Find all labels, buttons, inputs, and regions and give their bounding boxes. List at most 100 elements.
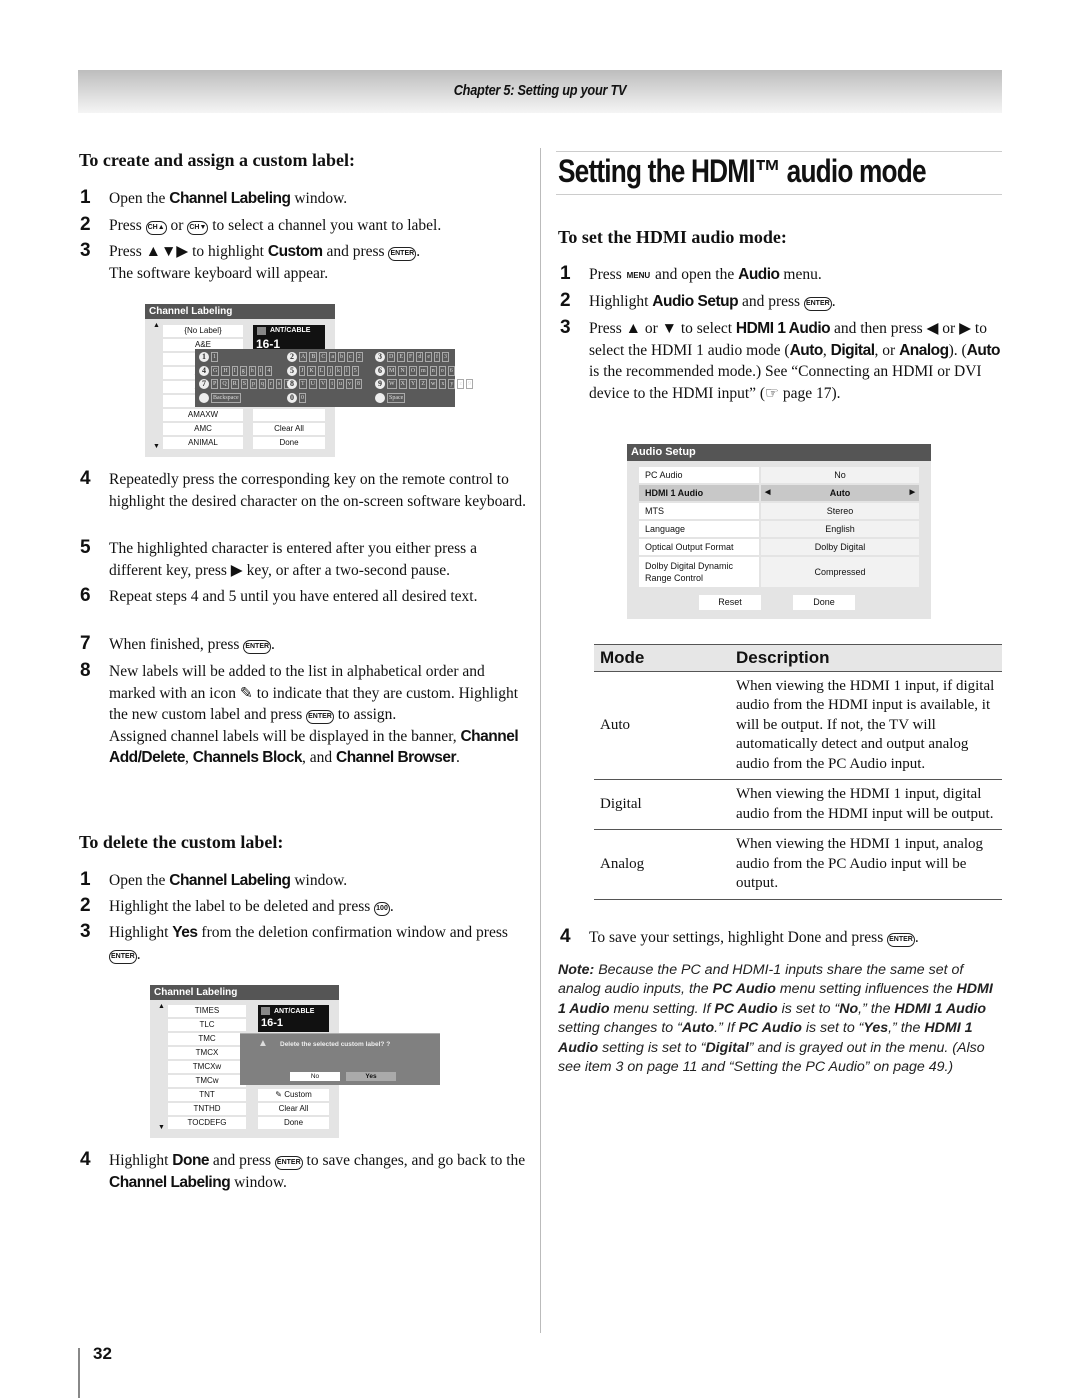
keyboard-char[interactable]: 6 — [447, 365, 455, 376]
keyboard-char[interactable]: E — [397, 352, 406, 362]
label-list-item[interactable]: TMCw — [168, 1075, 246, 1087]
label-list-item[interactable]: ANIMAL — [163, 437, 243, 449]
keyboard-char[interactable]: 4 — [265, 365, 273, 376]
label-list-item[interactable]: {No Label} — [163, 325, 243, 337]
scroll-down-icon[interactable]: ▼ — [158, 1124, 165, 1131]
keyboard-char[interactable]: G — [211, 365, 220, 376]
keyboard-char[interactable]: 2 — [355, 352, 363, 362]
keyboard-char[interactable]: 9 — [466, 379, 474, 389]
keyboard-char[interactable]: c — [347, 352, 354, 362]
label-list-item[interactable]: AMC — [163, 423, 243, 435]
clear-all-button[interactable]: Clear All — [258, 1103, 329, 1115]
keyboard-char[interactable]: O — [408, 365, 418, 376]
keyboard-char[interactable]: l — [344, 365, 350, 376]
label-list-item[interactable]: AMAXW — [163, 409, 243, 421]
keyboard-char[interactable]: x — [439, 379, 447, 389]
keyboard-char[interactable]: y — [448, 379, 456, 389]
keyboard-char[interactable]: K — [307, 365, 316, 376]
audio-row-hdmi1-audio[interactable]: HDMI 1 Audio ◀ Auto ▶ — [639, 485, 919, 501]
keyboard-char[interactable]: a — [329, 352, 337, 362]
keyboard-char[interactable]: Backspace — [211, 392, 241, 403]
keyboard-char[interactable]: X — [398, 379, 408, 389]
keyboard-char[interactable]: i — [257, 365, 264, 376]
keyboard-char[interactable]: J — [299, 365, 306, 376]
keyboard-char[interactable]: S — [240, 379, 249, 389]
keyboard-char[interactable]: m — [419, 365, 428, 376]
keyboard-char[interactable]: g — [239, 365, 247, 376]
keyboard-key-group[interactable]: 8TUVtuv8 — [287, 379, 363, 389]
keyboard-key-group[interactable]: 5JKLjkl5 — [287, 365, 359, 376]
clear-all-button[interactable]: Clear All — [253, 423, 325, 435]
done-button[interactable]: Done — [793, 595, 855, 610]
keyboard-char[interactable]: P — [211, 379, 219, 389]
keyboard-char[interactable]: V — [319, 379, 328, 389]
left-arrow-icon[interactable]: ◀ — [765, 485, 770, 501]
keyboard-char[interactable]: e — [425, 352, 433, 362]
keyboard-char[interactable]: v — [346, 379, 354, 389]
label-list-item[interactable]: TNTHD — [168, 1103, 246, 1115]
keyboard-char[interactable]: Y — [409, 379, 418, 389]
audio-row-mts[interactable]: MTS Stereo — [639, 503, 919, 519]
keyboard-key-group[interactable]: 3DEFdef3 — [375, 352, 450, 362]
keyboard-char[interactable]: s — [276, 379, 283, 389]
keyboard-char[interactable]: t — [329, 379, 336, 389]
keyboard-char[interactable]: 0 — [299, 392, 306, 403]
keyboard-char[interactable]: z — [457, 379, 465, 389]
keyboard-char[interactable]: H — [221, 365, 230, 376]
keyboard-key-group[interactable]: Backspace — [199, 392, 241, 403]
keyboard-char[interactable]: A — [299, 352, 308, 362]
keyboard-char[interactable]: b — [338, 352, 346, 362]
keyboard-char[interactable]: Space — [387, 392, 406, 403]
keyboard-key-group[interactable]: 9WXYZwxyz9 — [375, 379, 474, 389]
keyboard-key-group[interactable]: 4GHIghi4 — [199, 365, 273, 376]
label-list-item[interactable]: TIMES — [168, 1005, 246, 1017]
keyboard-char[interactable]: U — [308, 379, 318, 389]
keyboard-char[interactable]: n — [429, 365, 437, 376]
custom-button[interactable]: ✎ Custom — [258, 1089, 329, 1101]
keyboard-char[interactable]: k — [335, 365, 343, 376]
audio-row-optical-output[interactable]: Optical Output Format Dolby Digital — [639, 539, 919, 555]
label-list-item[interactable]: TMCXw — [168, 1061, 246, 1073]
keyboard-char[interactable]: 5 — [351, 365, 359, 376]
keyboard-char[interactable]: o — [438, 365, 446, 376]
keyboard-key-group[interactable]: 7PQRSpqrs7 — [199, 379, 292, 389]
keyboard-char[interactable]: C — [319, 352, 328, 362]
audio-row-language[interactable]: Language English — [639, 521, 919, 537]
keyboard-key-group[interactable]: 00 — [287, 392, 306, 403]
keyboard-char[interactable]: f — [434, 352, 441, 362]
done-button[interactable]: Done — [258, 1117, 329, 1129]
keyboard-char[interactable]: Z — [419, 379, 428, 389]
no-button[interactable]: No — [290, 1072, 340, 1081]
keyboard-char[interactable]: w — [429, 379, 438, 389]
keyboard-char[interactable]: j — [327, 365, 334, 376]
keyboard-char[interactable]: p — [250, 379, 258, 389]
keyboard-char[interactable]: L — [317, 365, 326, 376]
input-field[interactable] — [253, 409, 325, 421]
keyboard-char[interactable]: D — [387, 352, 396, 362]
label-list-item[interactable]: TLC — [168, 1019, 246, 1031]
keyboard-char[interactable]: 8 — [355, 379, 363, 389]
label-list-item[interactable]: TMC — [168, 1033, 246, 1045]
keyboard-char[interactable]: W — [387, 379, 397, 389]
keyboard-char[interactable]: B — [309, 352, 318, 362]
keyboard-char[interactable]: M — [387, 365, 397, 376]
keyboard-char[interactable]: T — [299, 379, 307, 389]
keyboard-char[interactable]: 3 — [442, 352, 450, 362]
reset-button[interactable]: Reset — [699, 595, 761, 610]
keyboard-char[interactable]: N — [398, 365, 407, 376]
audio-row-pc-audio[interactable]: PC Audio No — [639, 467, 919, 483]
keyboard-char[interactable]: u — [337, 379, 345, 389]
keyboard-char[interactable]: F — [407, 352, 415, 362]
keyboard-key-group[interactable]: 6MNOmno6 — [375, 365, 455, 376]
scroll-up-icon[interactable]: ▲ — [158, 1003, 165, 1010]
keyboard-char[interactable]: d — [416, 352, 424, 362]
keyboard-key-group[interactable]: Space — [375, 392, 406, 403]
keyboard-key-group[interactable]: 11 — [199, 352, 218, 362]
yes-button[interactable]: Yes — [346, 1072, 396, 1081]
done-button[interactable]: Done — [253, 437, 325, 449]
keyboard-char[interactable]: 1 — [211, 352, 218, 362]
label-list-item[interactable]: TNT — [168, 1089, 246, 1101]
label-list-item[interactable]: TMCX — [168, 1047, 246, 1059]
right-arrow-icon[interactable]: ▶ — [910, 485, 915, 501]
keyboard-char[interactable]: r — [268, 379, 275, 389]
